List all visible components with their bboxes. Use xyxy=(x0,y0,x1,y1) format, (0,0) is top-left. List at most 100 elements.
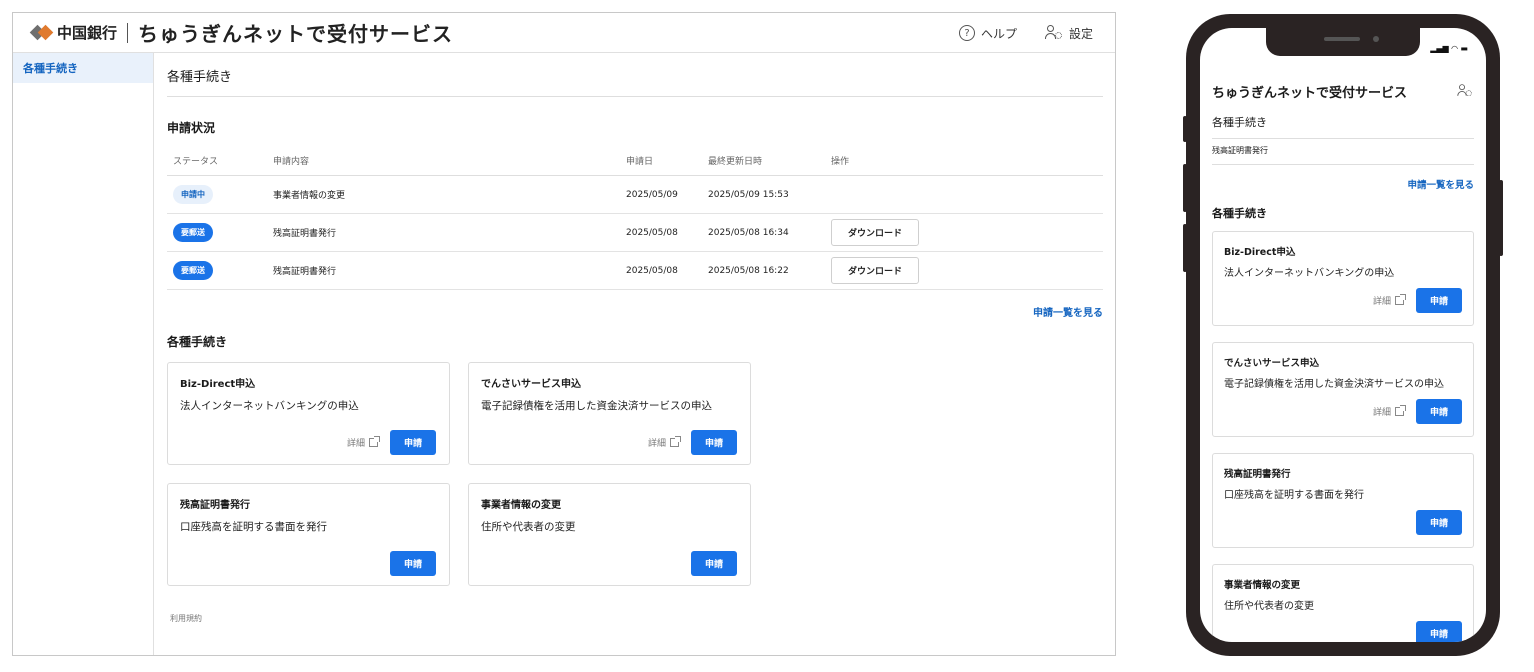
row-updated-datetime: 2025/05/09 15:53 xyxy=(702,175,825,214)
status-section-title: 申請状況 xyxy=(167,121,216,135)
card-title: でんさいサービス申込 xyxy=(1224,358,1320,369)
detail-link[interactable]: 詳細 xyxy=(1372,294,1406,307)
mobile-card-balance-certificate: 残高証明書発行 口座残高を証明する書面を発行 申請 xyxy=(1212,453,1474,548)
apply-button[interactable]: 申請 xyxy=(1415,288,1462,313)
procedure-cards: Biz-Direct申込 法人インターネットバンキングの申込 詳細 申請 でんさ… xyxy=(167,362,1103,586)
col-action: 操作 xyxy=(825,146,1103,176)
col-status: ステータス xyxy=(167,146,267,176)
card-balance-certificate: 残高証明書発行 口座残高を証明する書面を発行 申請 xyxy=(167,483,450,586)
download-button[interactable]: ダウンロード xyxy=(831,219,920,246)
row-content: 残高証明書発行 xyxy=(267,213,620,252)
apply-button[interactable]: 申請 xyxy=(1415,399,1462,424)
detail-link[interactable]: 詳細 xyxy=(647,436,681,449)
user-settings-icon[interactable] xyxy=(1457,84,1472,98)
row-content: 残高証明書発行 xyxy=(267,251,620,290)
phone-notch xyxy=(1266,28,1420,56)
card-title: 事業者情報の変更 xyxy=(1224,580,1301,591)
row-updated-datetime: 2025/05/08 16:22 xyxy=(702,251,825,290)
row-applied-date: 2025/05/09 xyxy=(620,175,702,214)
mobile-procedures-title: 各種手続き xyxy=(1212,207,1267,220)
mobile-content: ちゅうぎんネットで受付サービス 各種手続き 残高証明書発行 申請一覧を見る 各種… xyxy=(1212,80,1474,642)
status-table: ステータス 申請内容 申請日 最終更新日時 操作 申請中 事業者情報の変更 20… xyxy=(167,146,1103,290)
service-title: ちゅうぎんネットで受付サービス xyxy=(138,22,454,46)
card-title: 残高証明書発行 xyxy=(1224,469,1291,480)
help-link[interactable]: ? ヘルプ xyxy=(958,25,1017,42)
terms-link[interactable]: 利用規約 xyxy=(170,613,202,624)
mobile-card-business-info-change: 事業者情報の変更 住所や代表者の変更 申請 xyxy=(1212,564,1474,642)
card-desc: 住所や代表者の変更 xyxy=(1224,601,1314,612)
mobile-frame: ▂▄▆ ◠ ▬ ちゅうぎんネットで受付サービス 各種手続き 残高証明書発行 申請… xyxy=(1183,14,1503,656)
table-row: 要郵送 残高証明書発行 2025/05/08 2025/05/08 16:22 … xyxy=(167,251,1103,290)
header-actions: ? ヘルプ 設定 xyxy=(958,13,1093,53)
card-desc: 電子記録債権を活用した資金決済サービスの申込 xyxy=(1224,379,1444,390)
user-settings-icon xyxy=(1044,25,1063,41)
card-desc: 口座残高を証明する書面を発行 xyxy=(180,521,327,533)
status-badge: 申請中 xyxy=(173,185,213,204)
table-header-row: ステータス 申請内容 申請日 最終更新日時 操作 xyxy=(167,146,1103,176)
row-applied-date: 2025/05/08 xyxy=(620,213,702,252)
page-title: 各種手続き xyxy=(167,53,1103,97)
col-applied: 申請日 xyxy=(620,146,702,176)
card-desc: 法人インターネットバンキングの申込 xyxy=(1224,268,1395,279)
application-list-link[interactable]: 申請一覧を見る xyxy=(167,304,1103,319)
external-link-icon xyxy=(669,436,681,447)
card-biz-direct: Biz-Direct申込 法人インターネットバンキングの申込 詳細 申請 xyxy=(167,362,450,465)
main-content: 各種手続き 申請状況 ステータス 申請内容 申請日 最終更新日時 操作 申請中 … xyxy=(154,53,1115,655)
brand[interactable]: 中国銀行 ちゅうぎんネットで受付サービス xyxy=(29,18,454,47)
card-desc: 住所や代表者の変更 xyxy=(481,521,576,533)
mobile-application-list-link[interactable]: 申請一覧を見る xyxy=(1212,177,1474,191)
detail-label: 詳細 xyxy=(1372,297,1391,307)
row-action xyxy=(825,175,1103,214)
card-business-info-change: 事業者情報の変更 住所や代表者の変更 申請 xyxy=(468,483,751,586)
detail-link[interactable]: 詳細 xyxy=(346,436,380,449)
help-label: ヘルプ xyxy=(980,26,1017,41)
settings-link[interactable]: 設定 xyxy=(1044,25,1093,42)
card-title: Biz-Direct申込 xyxy=(1224,247,1296,258)
detail-label: 詳細 xyxy=(346,439,365,449)
phone-side-button xyxy=(1183,164,1187,212)
mobile-card-densai: でんさいサービス申込 電子記録債権を活用した資金決済サービスの申込 詳細 申請 xyxy=(1212,342,1474,437)
apply-button[interactable]: 申請 xyxy=(690,551,737,576)
download-button[interactable]: ダウンロード xyxy=(831,257,920,284)
sidebar-item-procedures[interactable]: 各種手続き xyxy=(13,53,153,83)
card-title: Biz-Direct申込 xyxy=(180,379,256,390)
apply-button[interactable]: 申請 xyxy=(1415,510,1462,535)
settings-label: 設定 xyxy=(1068,26,1093,41)
phone-power-button xyxy=(1499,180,1503,256)
apply-button[interactable]: 申請 xyxy=(1415,621,1462,642)
apply-button[interactable]: 申請 xyxy=(690,430,737,455)
card-title: 事業者情報の変更 xyxy=(481,500,561,511)
card-title: 残高証明書発行 xyxy=(180,500,250,511)
top-bar: 中国銀行 ちゅうぎんネットで受付サービス ? ヘルプ 設定 xyxy=(13,13,1115,53)
card-desc: 電子記録債権を活用した資金決済サービスの申込 xyxy=(481,400,712,412)
mobile-sub-item[interactable]: 残高証明書発行 xyxy=(1212,145,1474,165)
bank-logo-icon xyxy=(29,24,54,41)
row-updated-datetime: 2025/05/08 16:34 xyxy=(702,213,825,252)
card-densai: でんさいサービス申込 電子記録債権を活用した資金決済サービスの申込 詳細 申請 xyxy=(468,362,751,465)
detail-label: 詳細 xyxy=(1372,408,1391,418)
col-updated: 最終更新日時 xyxy=(702,146,825,176)
mobile-service-title: ちゅうぎんネットで受付サービス xyxy=(1212,85,1408,101)
col-content: 申請内容 xyxy=(267,146,620,176)
apply-button[interactable]: 申請 xyxy=(389,430,436,455)
brand-divider xyxy=(127,22,129,43)
detail-label: 詳細 xyxy=(647,439,666,449)
bank-name: 中国銀行 xyxy=(57,24,118,42)
card-desc: 法人インターネットバンキングの申込 xyxy=(180,400,359,412)
detail-link[interactable]: 詳細 xyxy=(1372,405,1406,418)
help-icon: ? xyxy=(958,25,975,41)
card-title: でんさいサービス申込 xyxy=(481,379,581,390)
external-link-icon xyxy=(1394,405,1406,416)
status-badge: 要郵送 xyxy=(173,223,213,242)
phone-side-button xyxy=(1183,116,1187,142)
mobile-header: ちゅうぎんネットで受付サービス xyxy=(1212,80,1474,102)
row-applied-date: 2025/05/08 xyxy=(620,251,702,290)
desktop-window: 中国銀行 ちゅうぎんネットで受付サービス ? ヘルプ 設定 各種手続き 各種手続… xyxy=(12,12,1116,656)
status-badge: 要郵送 xyxy=(173,261,213,280)
procedures-section-title: 各種手続き xyxy=(167,335,228,349)
mobile-page-title: 各種手続き xyxy=(1212,114,1474,139)
sidebar: 各種手続き xyxy=(13,53,154,655)
apply-button[interactable]: 申請 xyxy=(389,551,436,576)
row-content: 事業者情報の変更 xyxy=(267,175,620,214)
external-link-icon xyxy=(368,436,380,447)
